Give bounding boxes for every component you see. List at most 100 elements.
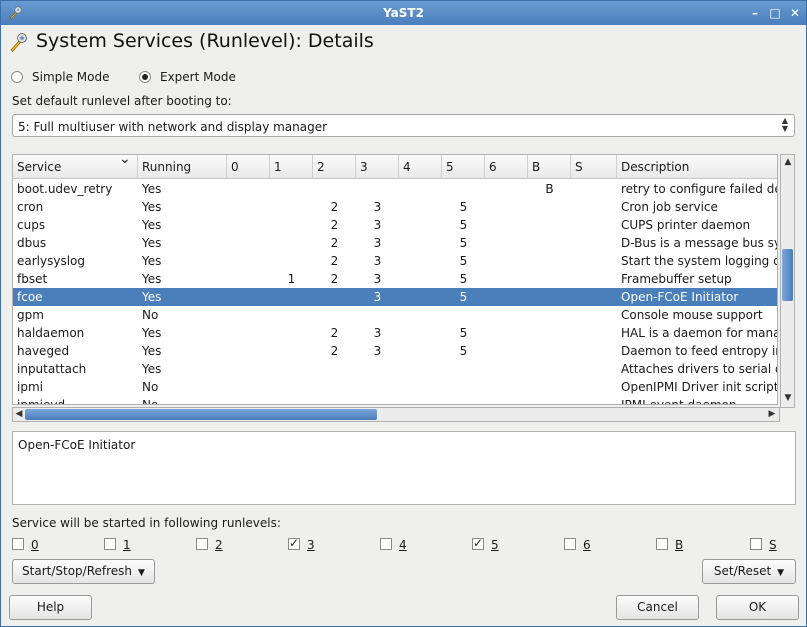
window-title: YaST2 <box>383 6 424 20</box>
expert-mode-radio[interactable] <box>139 71 151 83</box>
cell-r6 <box>485 378 528 396</box>
column-header-0[interactable]: 0 <box>227 155 270 179</box>
cell-r3: 3 <box>373 344 382 358</box>
column-header-5[interactable]: 5 <box>442 155 485 179</box>
cell-r3 <box>356 180 399 198</box>
simple-mode-radio[interactable] <box>11 71 23 83</box>
expert-mode-label[interactable]: Expert Mode <box>160 70 236 84</box>
cell-running: Yes <box>142 290 162 304</box>
start-stop-refresh-button[interactable]: Start/Stop/Refresh ▼ <box>12 559 155 584</box>
default-runlevel-select[interactable]: 5: Full multiuser with network and displ… <box>12 114 795 137</box>
table-row[interactable]: haldaemon Yes 2 3 5 HAL is a daemon for manag <box>13 324 777 342</box>
table-vertical-scrollbar[interactable]: ▲ ▼ <box>780 154 795 408</box>
vertical-scroll-thumb[interactable] <box>782 249 793 301</box>
table-row[interactable]: ipmievd No IPMI event daemon <box>13 396 777 404</box>
ok-button[interactable]: OK <box>716 595 799 620</box>
runlevel-label-5[interactable]: 5 <box>491 538 499 552</box>
scroll-right-icon[interactable]: ▶ <box>766 409 778 419</box>
table-horizontal-scrollbar[interactable]: ◀ ▶ <box>12 407 780 422</box>
cell-rB <box>528 270 571 288</box>
runlevel-checkbox-1[interactable] <box>104 538 116 550</box>
runlevel-checkbox-b[interactable] <box>656 538 668 550</box>
runlevel-checkbox-6[interactable] <box>564 538 576 550</box>
runlevel-checkbox-0[interactable] <box>12 538 24 550</box>
runlevel-label-2[interactable]: 2 <box>215 538 223 552</box>
runlevel-label-6[interactable]: 6 <box>583 538 591 552</box>
column-header-1[interactable]: 1 <box>270 155 313 179</box>
column-header-running[interactable]: Running <box>138 155 227 179</box>
runlevel-label-b[interactable]: B <box>675 538 683 552</box>
cell-r5 <box>442 306 485 324</box>
table-row[interactable]: cron Yes 2 3 5 Cron job service <box>13 198 777 216</box>
runlevel-label-0[interactable]: 0 <box>31 538 39 552</box>
cell-description: retry to configure failed devi <box>621 182 778 196</box>
cell-r0 <box>227 306 270 324</box>
title-bar[interactable]: YaST2 – □ ✕ <box>1 1 806 25</box>
cell-r3: 3 <box>373 326 382 340</box>
table-row[interactable]: cups Yes 2 3 5 CUPS printer daemon <box>13 216 777 234</box>
cell-running: Yes <box>142 254 162 268</box>
runlevel-checkbox-3[interactable] <box>288 536 300 550</box>
runlevel-label-4[interactable]: 4 <box>399 538 407 552</box>
scroll-up-icon[interactable]: ▲ <box>782 157 794 167</box>
maximize-icon[interactable]: □ <box>767 5 783 21</box>
cancel-button[interactable]: Cancel <box>616 595 699 620</box>
cell-r5 <box>442 360 485 378</box>
table-row[interactable]: fcoe Yes 3 5 Open-FCoE Initiator <box>13 288 777 306</box>
runlevel-checkbox-2[interactable] <box>196 538 208 550</box>
cell-r0 <box>227 252 270 270</box>
table-row[interactable]: fbset Yes 1 2 3 5 Framebuffer setup <box>13 270 777 288</box>
cell-rS <box>571 252 617 270</box>
column-header-description[interactable]: Description <box>617 155 777 179</box>
table-row[interactable]: dbus Yes 2 3 5 D-Bus is a message bus sy <box>13 234 777 252</box>
cell-rB <box>528 324 571 342</box>
cell-r5 <box>442 378 485 396</box>
table-row[interactable]: ipmi No OpenIPMI Driver init script <box>13 378 777 396</box>
cell-r1 <box>270 306 313 324</box>
close-icon[interactable]: ✕ <box>787 5 803 21</box>
cell-description: Daemon to feed entropy int <box>621 344 778 358</box>
runlevel-label-3[interactable]: 3 <box>307 538 315 552</box>
help-button[interactable]: Help <box>9 595 92 620</box>
column-header-b[interactable]: B <box>528 155 571 179</box>
cell-r5: 5 <box>459 344 468 358</box>
cell-running: Yes <box>142 182 162 196</box>
column-header-6[interactable]: 6 <box>485 155 528 179</box>
service-description-box: Open-FCoE Initiator <box>12 431 796 505</box>
scroll-down-icon[interactable]: ▼ <box>782 393 794 403</box>
horizontal-scroll-thumb[interactable] <box>25 409 377 420</box>
cell-r4 <box>399 306 442 324</box>
cell-r1 <box>270 324 313 342</box>
scroll-left-icon[interactable]: ◀ <box>13 409 25 419</box>
column-header-3[interactable]: 3 <box>356 155 399 179</box>
table-row[interactable]: haveged Yes 2 3 5 Daemon to feed entropy int <box>13 342 778 360</box>
cell-r2 <box>313 288 356 306</box>
cell-r4 <box>399 180 442 198</box>
cell-r6 <box>485 270 528 288</box>
simple-mode-label[interactable]: Simple Mode <box>32 70 109 84</box>
table-row[interactable]: boot.udev_retry Yes Bretry to configure fa… <box>13 180 778 198</box>
runlevel-checkbox-s[interactable] <box>750 538 762 550</box>
column-header-2[interactable]: 2 <box>313 155 356 179</box>
services-table[interactable]: Service ⌄ Running 0 1 2 3 4 5 6 B S Description boot… <box>12 154 778 405</box>
table-row[interactable]: earlysyslog Yes 2 3 5 Start the system loggin… <box>13 252 777 270</box>
set-reset-button[interactable]: Set/Reset ▼ <box>702 559 796 584</box>
table-row[interactable]: inputattach Yes Attaches drivers to serial… <box>13 360 777 378</box>
cell-r6 <box>485 306 528 324</box>
cell-r5: 5 <box>459 236 468 250</box>
minimize-icon[interactable]: – <box>747 5 763 21</box>
runlevel-label-1[interactable]: 1 <box>123 538 131 552</box>
runlevel-label-s[interactable]: S <box>769 538 777 552</box>
start-stop-refresh-label: Start/Stop/Refresh <box>22 564 133 578</box>
runlevel-checkbox-4[interactable] <box>380 538 392 550</box>
cell-rB <box>528 234 571 252</box>
cell-r2: 2 <box>330 236 339 250</box>
table-row[interactable]: gpm No Console mouse support <box>13 306 777 324</box>
cell-running: Yes <box>142 362 162 376</box>
cell-r2: 2 <box>330 200 339 214</box>
cell-r3 <box>356 396 399 404</box>
column-header-4[interactable]: 4 <box>399 155 442 179</box>
runlevel-checkbox-5[interactable] <box>472 536 484 550</box>
table-header: Service ⌄ Running 0 1 2 3 4 5 6 B S Description <box>13 155 777 179</box>
column-header-s[interactable]: S <box>571 155 617 179</box>
